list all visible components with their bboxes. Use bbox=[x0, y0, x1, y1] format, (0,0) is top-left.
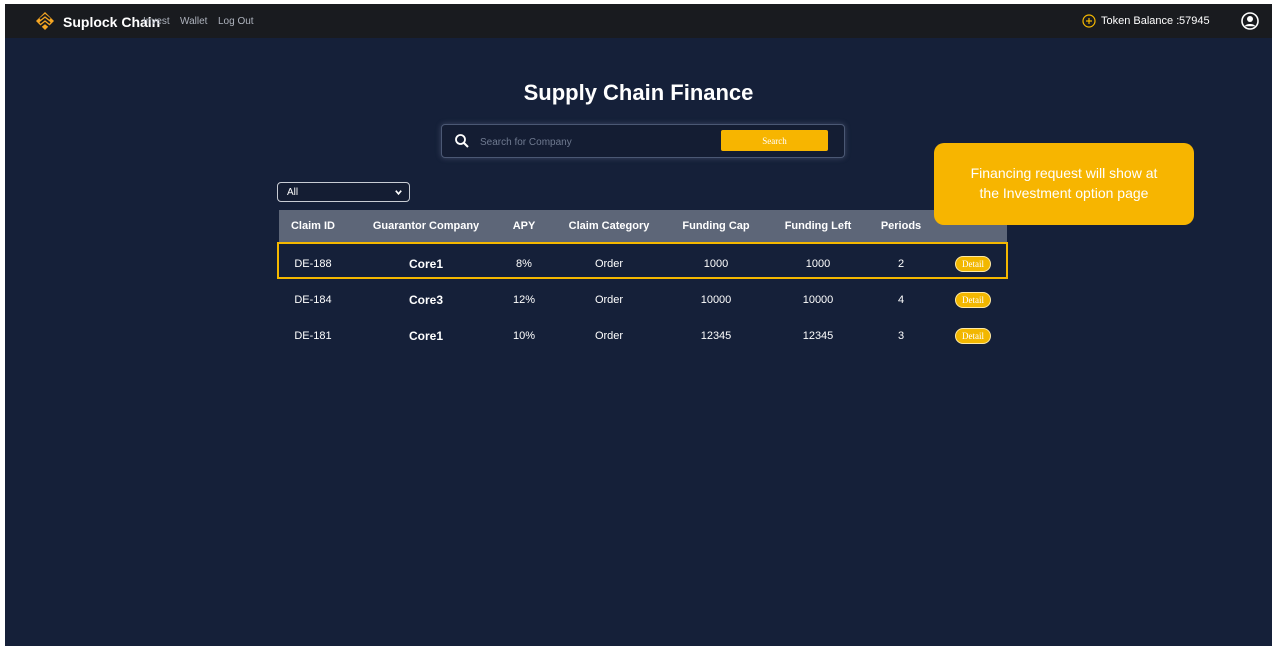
periods: 2 bbox=[897, 258, 905, 270]
funding-left: 10000 bbox=[802, 294, 834, 306]
token-balance-value: 57945 bbox=[1179, 15, 1210, 27]
category-filter-select[interactable]: All bbox=[277, 182, 410, 202]
funding-cap: 10000 bbox=[700, 294, 732, 306]
app-window: Suplock Chain Invest Wallet Log Out Toke… bbox=[5, 4, 1272, 646]
detail-cell: Detail bbox=[955, 318, 991, 354]
table-row: DE-181 Core1 10% Order 12345 12345 3 Det… bbox=[279, 318, 1007, 354]
header-guarantor-company: Guarantor Company bbox=[372, 220, 480, 232]
claim-id: DE-188 bbox=[294, 258, 332, 270]
header-periods: Periods bbox=[880, 220, 922, 232]
apy: 8% bbox=[516, 258, 532, 270]
user-circle-icon[interactable] bbox=[1241, 12, 1259, 30]
funding-cap: 12345 bbox=[700, 330, 732, 342]
header-apy: APY bbox=[512, 220, 536, 232]
apy: 12% bbox=[512, 294, 536, 306]
filter-selected-value: All bbox=[287, 187, 299, 198]
detail-button[interactable]: Detail bbox=[955, 256, 991, 272]
claim-category: Order bbox=[594, 294, 624, 306]
plus-circle-icon bbox=[1082, 14, 1096, 28]
annotation-callout: Financing request will show at the Inves… bbox=[934, 143, 1194, 225]
header-claim-id: Claim ID bbox=[290, 220, 336, 232]
detail-cell: Detail bbox=[955, 246, 991, 282]
search-input[interactable] bbox=[478, 132, 712, 152]
callout-line-2: the Investment option page bbox=[979, 185, 1149, 201]
token-balance-label: Token Balance : bbox=[1101, 15, 1180, 27]
funding-cap: 1000 bbox=[703, 258, 729, 270]
claim-id: DE-181 bbox=[294, 330, 332, 342]
search-button[interactable]: Search bbox=[721, 130, 828, 151]
claim-category: Order bbox=[594, 330, 624, 342]
nav-link-logout[interactable]: Log Out bbox=[218, 16, 254, 27]
guarantor-company: Core3 bbox=[408, 293, 444, 307]
chevron-down-icon bbox=[395, 190, 402, 196]
header-claim-category: Claim Category bbox=[568, 220, 650, 232]
suplock-logo[interactable] bbox=[35, 11, 55, 31]
search-bar: Search bbox=[441, 124, 845, 158]
search-icon bbox=[455, 134, 469, 148]
page-title: Supply Chain Finance bbox=[523, 80, 754, 105]
guarantor-company: Core1 bbox=[408, 329, 444, 343]
periods: 4 bbox=[897, 294, 905, 306]
header-funding-cap: Funding Cap bbox=[682, 220, 750, 232]
periods: 3 bbox=[897, 330, 905, 342]
apy: 10% bbox=[512, 330, 536, 342]
funding-left: 12345 bbox=[802, 330, 834, 342]
claim-id: DE-184 bbox=[294, 294, 332, 306]
detail-cell: Detail bbox=[955, 282, 991, 318]
detail-button[interactable]: Detail bbox=[955, 328, 991, 344]
callout-line-1: Financing request will show at bbox=[970, 165, 1158, 181]
nav-link-invest[interactable]: Invest bbox=[143, 16, 170, 27]
table-row: DE-184 Core3 12% Order 10000 10000 4 Det… bbox=[279, 282, 1007, 318]
claim-category: Order bbox=[594, 258, 624, 270]
claims-table: Claim ID Guarantor Company APY Claim Cat… bbox=[279, 210, 1007, 354]
table-row: DE-188 Core1 8% Order 1000 1000 2 Detail bbox=[279, 246, 1007, 282]
table-header-row: Claim ID Guarantor Company APY Claim Cat… bbox=[279, 210, 1007, 242]
header-funding-left: Funding Left bbox=[784, 220, 852, 232]
detail-button[interactable]: Detail bbox=[955, 292, 991, 308]
nav-link-wallet[interactable]: Wallet bbox=[180, 16, 207, 27]
guarantor-company: Core1 bbox=[408, 257, 444, 271]
top-navbar: Suplock Chain Invest Wallet Log Out Toke… bbox=[5, 4, 1272, 38]
funding-left: 1000 bbox=[805, 258, 831, 270]
